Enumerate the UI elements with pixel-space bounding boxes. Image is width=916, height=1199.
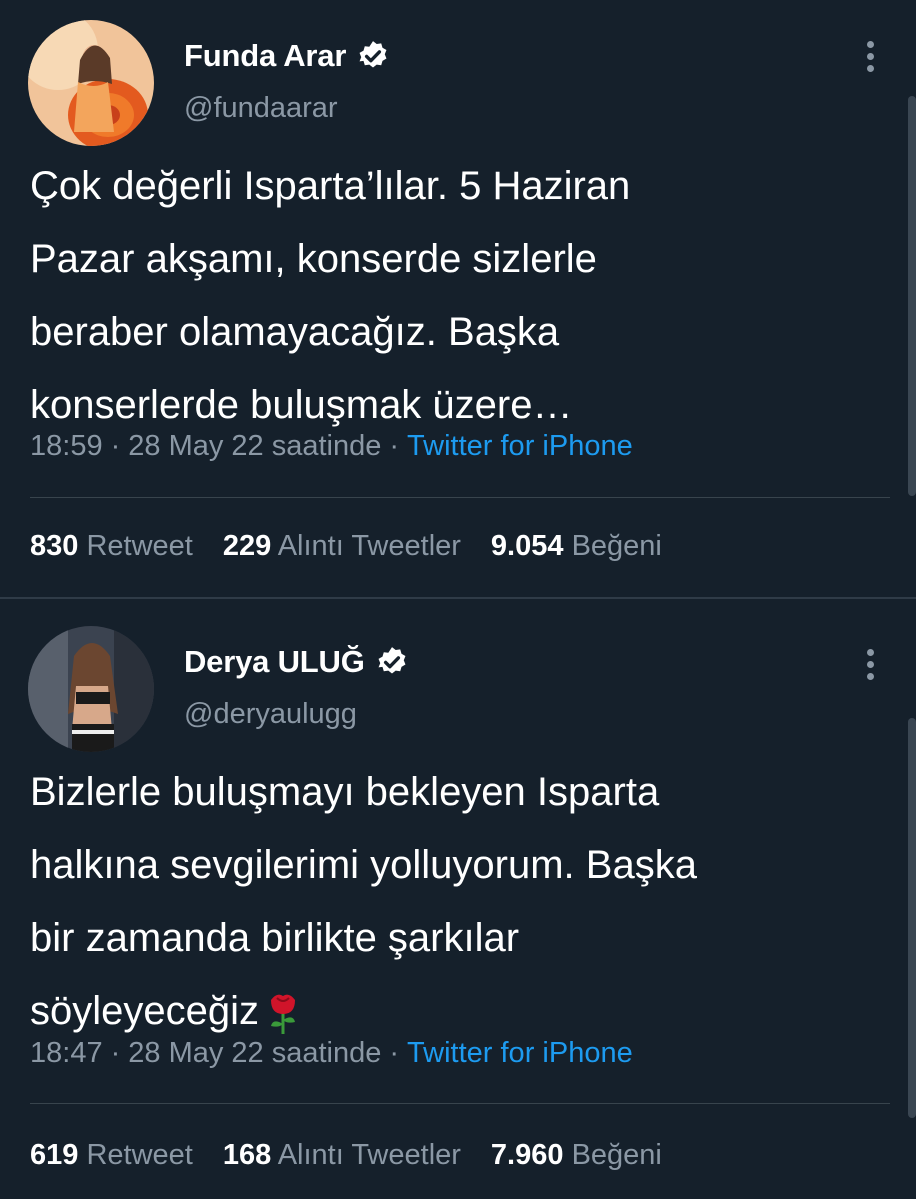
- tweet-stats: 619 Retweet 168 Alıntı Tweetler 7.960 Be…: [30, 1139, 692, 1172]
- tweet-text-content: Bizlerle buluşmayı bekleyen Isparta halk…: [30, 770, 697, 1033]
- avatar[interactable]: [28, 626, 154, 752]
- scrollbar[interactable]: [908, 718, 916, 1118]
- tweet-stats: 830 Retweet 229 Alıntı Tweetler 9.054 Be…: [30, 530, 692, 563]
- tweet-time[interactable]: 18:59: [30, 430, 103, 463]
- tweet-date[interactable]: 28 May 22 saatinde: [128, 1037, 381, 1070]
- display-name[interactable]: Derya ULUĞ: [184, 644, 365, 680]
- handle[interactable]: @fundaarar: [184, 92, 338, 125]
- tweet-text: Çok değerli Isparta’lılar. 5 Haziran Paz…: [30, 164, 631, 427]
- tweet-time[interactable]: 18:47: [30, 1037, 103, 1070]
- rose-emoji-icon: [271, 995, 296, 1035]
- avatar-photo-icon: [28, 626, 154, 752]
- verified-badge-icon: [378, 647, 406, 674]
- tweet-derya-ulug[interactable]: Derya ULUĞ @deryaulugg Bizlerle buluşmay…: [0, 598, 916, 1199]
- like-count[interactable]: 7.960 Beğeni: [491, 1139, 662, 1172]
- quote-count[interactable]: 168 Alıntı Tweetler: [223, 1139, 461, 1172]
- scrollbar[interactable]: [908, 96, 916, 496]
- retweet-count[interactable]: 830 Retweet: [30, 530, 193, 563]
- avatar[interactable]: [28, 20, 154, 146]
- handle[interactable]: @deryaulugg: [184, 698, 357, 731]
- tweet-source-link[interactable]: Twitter for iPhone: [407, 1037, 633, 1070]
- like-count[interactable]: 9.054 Beğeni: [491, 530, 662, 563]
- more-options-icon[interactable]: [860, 646, 880, 686]
- tweet-text: Bizlerle buluşmayı bekleyen Isparta halk…: [30, 756, 890, 1048]
- meta-dot: ·: [389, 430, 400, 462]
- divider: [30, 1103, 890, 1104]
- retweet-count[interactable]: 619 Retweet: [30, 1139, 193, 1172]
- meta-dot: ·: [110, 1037, 121, 1069]
- tweet-meta: 18:47 · 28 May 22 saatinde · Twitter for…: [30, 1037, 633, 1070]
- more-options-icon[interactable]: [860, 38, 880, 78]
- tweet-date[interactable]: 28 May 22 saatinde: [128, 430, 381, 463]
- meta-dot: ·: [110, 430, 121, 462]
- quote-count[interactable]: 229 Alıntı Tweetler: [223, 530, 461, 563]
- avatar-photo-icon: [28, 20, 154, 146]
- tweet-funda-arar[interactable]: Funda Arar @fundaarar Çok değerli Ispart…: [0, 0, 916, 598]
- tweet-meta: 18:59 · 28 May 22 saatinde · Twitter for…: [30, 430, 633, 463]
- verified-badge-icon: [359, 41, 387, 68]
- meta-dot: ·: [389, 1037, 400, 1069]
- tweet-source-link[interactable]: Twitter for iPhone: [407, 430, 633, 463]
- divider: [30, 497, 890, 498]
- display-name[interactable]: Funda Arar: [184, 38, 346, 74]
